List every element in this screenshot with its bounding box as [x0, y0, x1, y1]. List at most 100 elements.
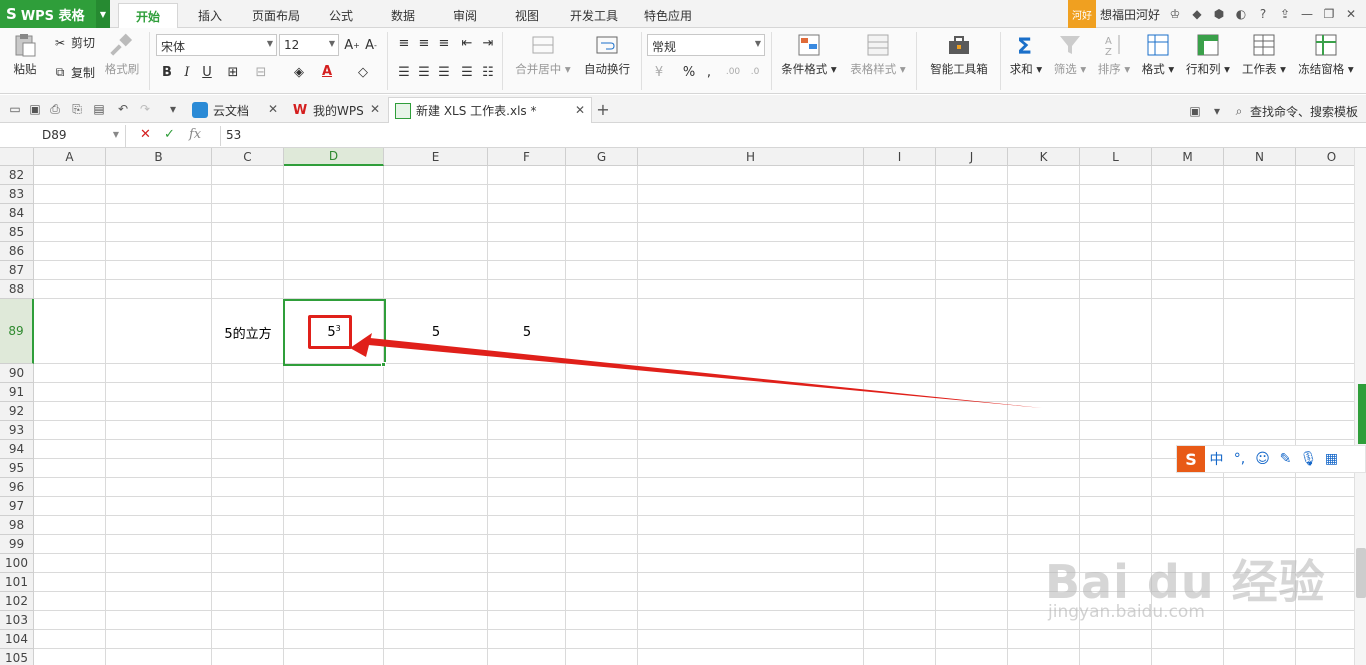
row-header-105[interactable]: 105 — [0, 649, 34, 665]
close-tab-icon[interactable]: ✕ — [370, 102, 380, 116]
column-header-m[interactable]: M — [1152, 148, 1224, 166]
open-folder-icon[interactable]: ▭ — [6, 100, 24, 118]
chevron-down-icon[interactable]: ▼ — [96, 0, 110, 28]
cell-c89[interactable]: 5的立方 — [212, 300, 284, 365]
row-header-85[interactable]: 85 — [0, 223, 34, 242]
close-icon[interactable]: ✕ — [1340, 3, 1362, 25]
column-header-c[interactable]: C — [212, 148, 284, 166]
column-header-f[interactable]: F — [488, 148, 566, 166]
tab-insert[interactable]: 插入 — [184, 3, 236, 28]
column-header-g[interactable]: G — [566, 148, 638, 166]
tab-view[interactable]: 视图 — [504, 3, 550, 28]
minimize-icon[interactable]: — — [1296, 3, 1318, 25]
align-bottom-icon[interactable]: ≡ — [435, 34, 453, 52]
column-header-i[interactable]: I — [864, 148, 936, 166]
restore-icon[interactable]: ❐ — [1318, 3, 1340, 25]
row-header-103[interactable]: 103 — [0, 611, 34, 630]
column-header-h[interactable]: H — [638, 148, 864, 166]
align-right-icon[interactable]: ☰ — [435, 63, 453, 81]
column-header-d[interactable]: D — [284, 148, 384, 166]
align-middle-icon[interactable]: ≡ — [415, 34, 433, 52]
scrollbar-thumb[interactable] — [1356, 548, 1366, 598]
row-header-95[interactable]: 95 — [0, 459, 34, 478]
currency-icon[interactable]: ¥ — [650, 63, 668, 81]
tab-review[interactable]: 审阅 — [442, 3, 488, 28]
column-header-b[interactable]: B — [106, 148, 212, 166]
font-name-select[interactable]: 宋体 ▼ — [156, 34, 277, 56]
tab-home[interactable]: 开始 — [118, 3, 178, 28]
undo-icon[interactable]: ↶ — [114, 100, 132, 118]
align-top-icon[interactable]: ≡ — [395, 34, 413, 52]
grid-apps-icon[interactable]: ▦ — [1320, 446, 1343, 472]
export-icon[interactable]: ⎙ — [46, 100, 64, 118]
redo-icon[interactable]: ↷ — [136, 100, 154, 118]
indent-decrease-icon[interactable]: ⇤ — [458, 34, 476, 52]
feedback-icon[interactable]: ▾ — [1206, 100, 1228, 122]
user-name[interactable]: 想福田河好 — [1096, 6, 1164, 23]
tab-special[interactable]: 特色应用 — [636, 3, 700, 28]
wps-logo-button[interactable]: S WPS 表格 ▼ — [0, 0, 110, 28]
row-header-97[interactable]: 97 — [0, 497, 34, 516]
row-header-94[interactable]: 94 — [0, 440, 34, 459]
bold-button[interactable]: B — [158, 63, 176, 81]
merge-center-button[interactable]: 合并居中 ▾ — [510, 28, 576, 77]
print-preview-icon[interactable]: ▤ — [90, 100, 108, 118]
column-header-e[interactable]: E — [384, 148, 488, 166]
fill-color-icon[interactable]: ◈ — [290, 63, 308, 81]
row-header-92[interactable]: 92 — [0, 402, 34, 421]
copy-button[interactable]: ⧉ 复制 — [52, 64, 95, 81]
chevron-down-icon[interactable]: ▾ — [164, 100, 182, 118]
tab-formula[interactable]: 公式 — [318, 3, 364, 28]
decrease-decimal-icon[interactable]: .0 — [746, 63, 764, 81]
font-color-icon[interactable]: A — [318, 62, 336, 80]
smart-toolbox-button[interactable]: 智能工具箱 — [924, 28, 994, 77]
format-button[interactable]: 格式 ▾ — [1138, 28, 1178, 77]
justify-icon[interactable]: ☰ — [458, 63, 476, 81]
confirm-icon[interactable]: ✓ — [164, 127, 175, 142]
new-tab-icon[interactable]: + — [594, 100, 612, 119]
row-header-89[interactable]: 89 — [0, 299, 34, 364]
comma-icon[interactable]: , — [700, 63, 718, 81]
fill-pattern-icon[interactable]: ⊟ — [252, 63, 270, 81]
format-painter-button[interactable]: 格式刷 — [102, 28, 142, 77]
fill-handle[interactable] — [381, 362, 386, 367]
paste-button[interactable]: 粘贴 — [8, 28, 42, 77]
settings-icon[interactable]: ⬢ — [1208, 3, 1230, 25]
font-shrink-icon[interactable]: A- — [362, 36, 380, 54]
distribute-icon[interactable]: ☷ — [479, 63, 497, 81]
sum-button[interactable]: Σ 求和 ▾ — [1006, 28, 1046, 77]
row-header-88[interactable]: 88 — [0, 280, 34, 299]
number-format-select[interactable]: 常规 ▼ — [647, 34, 765, 56]
crown-icon[interactable]: ♔ — [1164, 3, 1186, 25]
tab-page-layout[interactable]: 页面布局 — [244, 3, 308, 28]
formula-input[interactable]: 53 — [226, 128, 241, 142]
sogou-logo-icon[interactable]: S — [1177, 446, 1205, 472]
row-header-87[interactable]: 87 — [0, 261, 34, 280]
underline-button[interactable]: U — [198, 63, 216, 81]
align-left-icon[interactable]: ☰ — [395, 63, 413, 81]
help-icon[interactable]: ? — [1252, 3, 1274, 25]
column-header-k[interactable]: K — [1008, 148, 1080, 166]
pen-icon[interactable]: ✎ — [1274, 446, 1297, 472]
ime-punctuation-toggle[interactable]: °, — [1228, 446, 1251, 472]
clear-format-icon[interactable]: ◇ — [354, 63, 372, 81]
search-command[interactable]: ▣ ▾ ⌕ 查找命令、搜索模板 — [1184, 100, 1358, 122]
column-header-n[interactable]: N — [1224, 148, 1296, 166]
row-header-86[interactable]: 86 — [0, 242, 34, 261]
table-style-button[interactable]: 表格样式 ▾ — [847, 28, 909, 77]
monitor-icon[interactable]: ▣ — [1184, 100, 1206, 122]
side-panel-toggle[interactable] — [1358, 384, 1366, 444]
row-header-100[interactable]: 100 — [0, 554, 34, 573]
conditional-format-button[interactable]: 条件格式 ▾ — [777, 28, 841, 77]
row-header-101[interactable]: 101 — [0, 573, 34, 592]
indent-increase-icon[interactable]: ⇥ — [479, 34, 497, 52]
save-icon[interactable]: ▣ — [26, 100, 44, 118]
row-header-99[interactable]: 99 — [0, 535, 34, 554]
row-header-82[interactable]: 82 — [0, 166, 34, 185]
share-icon[interactable]: ◐ — [1230, 3, 1252, 25]
select-all-corner[interactable] — [0, 148, 34, 166]
align-center-icon[interactable]: ☰ — [415, 63, 433, 81]
sheet-grid[interactable]: A B C D E F G H I J K L M N O 82 83 84 85 86 87 88 89 90 91 92 93 9… — [0, 148, 1366, 665]
row-col-button[interactable]: 行和列 ▾ — [1182, 28, 1234, 77]
cell-e89[interactable]: 5 — [384, 300, 488, 365]
